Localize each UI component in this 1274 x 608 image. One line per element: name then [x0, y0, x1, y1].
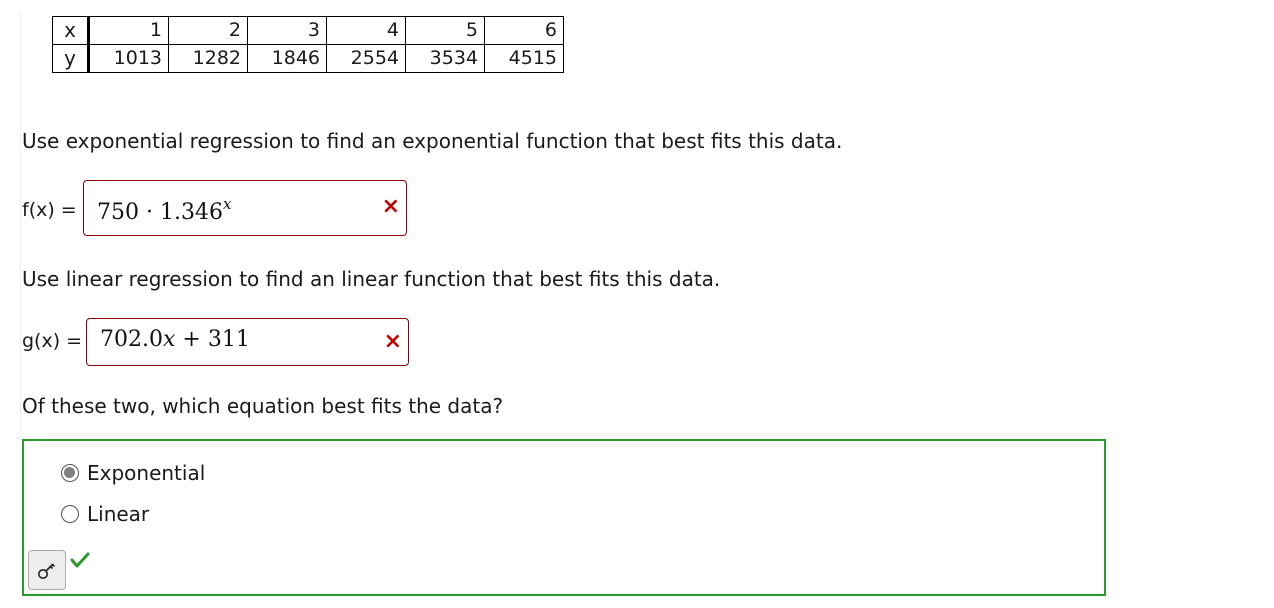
- data-table: x 1 2 3 4 5 6 y 1013 1282 1846 2554 3534…: [52, 16, 564, 73]
- y-cell: 2554: [326, 44, 406, 73]
- answer-rest: + 311: [175, 327, 250, 352]
- linear-answer-value: 702.0x + 311: [100, 327, 250, 352]
- table-row-y: y 1013 1282 1846 2554 3534 4515: [52, 44, 564, 73]
- x-cell: 3: [247, 16, 327, 45]
- x-header: x: [52, 16, 90, 45]
- radio-linear[interactable]: [61, 505, 79, 523]
- y-cell: 3534: [405, 44, 485, 73]
- x-cell: 5: [405, 16, 485, 45]
- linear-answer-field[interactable]: 702.0x + 311 ×: [86, 318, 409, 366]
- incorrect-x-icon: ×: [383, 329, 402, 354]
- g-label: g(x) =: [22, 330, 83, 352]
- answer-var: x: [162, 327, 176, 352]
- exponential-prompt: Use exponential regression to find an ex…: [22, 129, 843, 153]
- key-button[interactable]: [28, 550, 66, 590]
- checkmark-icon: [70, 552, 90, 568]
- left-margin-rule: [20, 12, 21, 432]
- option-label: Linear: [87, 502, 150, 526]
- option-label: Exponential: [87, 461, 206, 485]
- choice-container: Exponential Linear: [22, 439, 1106, 596]
- linear-prompt: Use linear regression to find an linear …: [22, 267, 721, 291]
- f-label: f(x) =: [22, 199, 77, 221]
- y-header: y: [52, 44, 90, 73]
- y-cell: 1282: [168, 44, 248, 73]
- radio-exponential[interactable]: [61, 464, 79, 482]
- exponential-answer-field[interactable]: 750 · 1.346x ×: [83, 180, 407, 236]
- best-fit-prompt: Of these two, which equation best fits t…: [22, 394, 504, 418]
- key-icon: [38, 563, 56, 579]
- answer-coef: 702.0: [100, 327, 163, 352]
- y-cell: 4515: [484, 44, 564, 73]
- x-cell: 2: [168, 16, 248, 45]
- x-cell: 6: [484, 16, 564, 45]
- table-row-x: x 1 2 3 4 5 6: [52, 16, 564, 45]
- exponential-answer-value: 750 · 1.346x: [97, 195, 231, 225]
- y-cell: 1013: [88, 44, 169, 73]
- x-cell: 4: [326, 16, 406, 45]
- answer-base: 750 · 1.346: [97, 200, 223, 225]
- answer-exponent: x: [222, 195, 232, 213]
- option-linear[interactable]: Linear: [61, 502, 149, 526]
- option-exponential[interactable]: Exponential: [61, 461, 205, 485]
- incorrect-x-icon: ×: [381, 194, 400, 219]
- x-cell: 1: [88, 16, 169, 45]
- y-cell: 1846: [247, 44, 327, 73]
